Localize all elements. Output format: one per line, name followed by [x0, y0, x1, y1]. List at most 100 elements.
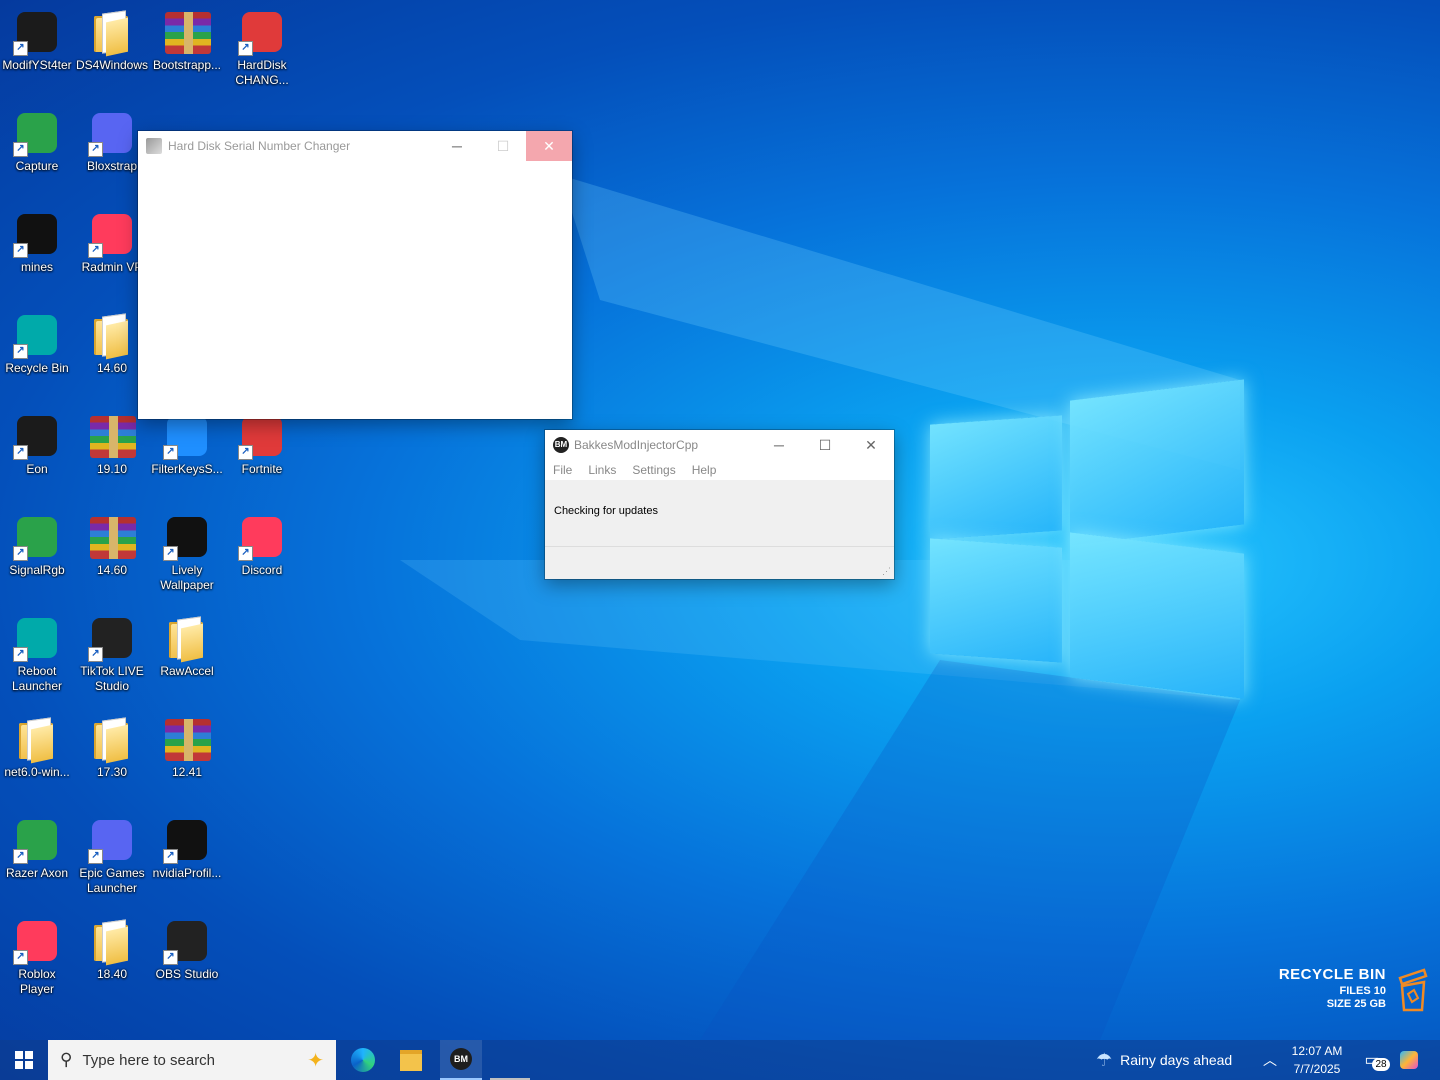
- desktop-icon[interactable]: ↗ ModifYSt4ter: [0, 8, 74, 73]
- desktop-icon[interactable]: ↗ Lively Wallpaper: [150, 513, 224, 593]
- shortcut-arrow-icon: ↗: [238, 546, 253, 561]
- menu-links[interactable]: Links: [588, 463, 616, 477]
- desktop-icon[interactable]: ↗ nvidiaProfil...: [150, 816, 224, 881]
- search-icon: ⚲: [60, 1050, 73, 1069]
- bakkes-window-title: BakkesModInjectorCpp: [574, 438, 699, 452]
- desktop-icon-label: 12.41: [171, 765, 203, 779]
- file-explorer-icon: [400, 1049, 422, 1071]
- app-icon: ↗: [163, 917, 211, 965]
- bakkes-minimize-button[interactable]: ─: [756, 430, 802, 460]
- clock[interactable]: 12:07 AM 7/7/2025: [1284, 1040, 1350, 1080]
- desktop-icon-label: net6.0-win...: [4, 765, 70, 779]
- taskbar-edge[interactable]: [344, 1040, 382, 1080]
- recycle-bin-orange-icon[interactable]: [1396, 968, 1428, 1012]
- hdd-close-button[interactable]: ✕: [526, 131, 572, 161]
- taskbar-bakkesmod[interactable]: BM: [440, 1040, 482, 1080]
- taskbar: ⚲ Type here to search ✦ BM ☂ Rainy days …: [0, 1040, 1440, 1080]
- hdd-window-title: Hard Disk Serial Number Changer: [168, 139, 351, 153]
- desktop-icon[interactable]: ↗ OBS Studio: [150, 917, 224, 982]
- tray-overflow-button[interactable]: ︿: [1256, 1040, 1284, 1080]
- recycle-widget-size: SIZE 25 GB: [1326, 998, 1386, 1010]
- desktop-icon-label: Lively Wallpaper: [160, 563, 214, 592]
- app-icon: ↗: [13, 109, 61, 157]
- bakkes-titlebar[interactable]: BM BakkesModInjectorCpp ─ ☐ ✕: [545, 430, 894, 460]
- desktop-icon-label: Roblox Player: [18, 967, 56, 996]
- app-icon: ↗: [13, 311, 61, 359]
- shortcut-arrow-icon: ↗: [13, 41, 28, 56]
- clock-time: 12:07 AM: [1291, 1044, 1343, 1058]
- desktop-icon-label: Eon: [26, 462, 48, 476]
- notification-icon: ▭ 28: [1364, 1050, 1390, 1071]
- desktop-icon-label: RawAccel: [160, 664, 214, 678]
- desktop-icon[interactable]: ↗ Capture: [0, 109, 74, 174]
- shortcut-arrow-icon: ↗: [13, 243, 28, 258]
- taskbar-search-box[interactable]: ⚲ Type here to search ✦: [48, 1040, 336, 1080]
- desktop-icon[interactable]: 19.10: [75, 412, 149, 477]
- desktop-icon[interactable]: ↗ Discord: [225, 513, 299, 578]
- desktop-icon[interactable]: ↗ HardDisk CHANG...: [225, 8, 299, 88]
- hdd-app-icon: [146, 138, 162, 154]
- app-icon: ↗: [13, 816, 61, 864]
- app-icon: ↗: [163, 816, 211, 864]
- bakkes-maximize-button[interactable]: ☐: [802, 430, 848, 460]
- windows-wallpaper-logo: [930, 379, 1244, 702]
- desktop-icon[interactable]: ↗ FilterKeysS...: [150, 412, 224, 477]
- hdd-maximize-button[interactable]: ☐: [480, 131, 526, 161]
- copilot-button[interactable]: [1394, 1040, 1424, 1080]
- desktop-icon[interactable]: 12.41: [150, 715, 224, 780]
- desktop-icon-label: ModifYSt4ter: [2, 58, 72, 72]
- desktop-icon-label: Capture: [15, 159, 59, 173]
- search-placeholder: Type here to search: [82, 1051, 216, 1069]
- desktop-icon-label: 14.60: [96, 563, 128, 577]
- action-center-button[interactable]: ▭ 28: [1354, 1040, 1390, 1080]
- desktop-icon[interactable]: 18.40: [75, 917, 149, 982]
- desktop-icon-label: HardDisk CHANG...: [235, 58, 289, 87]
- desktop-icon[interactable]: ↗ SignalRgb: [0, 513, 74, 578]
- hdd-window-titlebar[interactable]: Hard Disk Serial Number Changer ─ ☐ ✕: [138, 131, 572, 161]
- desktop-icon-label: Razer Axon: [5, 866, 69, 880]
- desktop-icon[interactable]: net6.0-win...: [0, 715, 74, 780]
- start-button[interactable]: [0, 1040, 48, 1080]
- desktop-icon[interactable]: RawAccel: [150, 614, 224, 679]
- desktop-icon[interactable]: Bootstrapp...: [150, 8, 224, 73]
- folder-icon: [13, 715, 61, 763]
- weather-text: Rainy days ahead: [1120, 1052, 1233, 1068]
- desktop-icon[interactable]: ↗ Fortnite: [225, 412, 299, 477]
- shortcut-arrow-icon: ↗: [13, 142, 28, 157]
- desktop-icon-label: Epic Games Launcher: [79, 866, 145, 895]
- desktop-icon[interactable]: ↗ Eon: [0, 412, 74, 477]
- desktop-icon[interactable]: DS4Windows: [75, 8, 149, 73]
- menu-file[interactable]: File: [553, 463, 572, 477]
- desktop-icon-label: FilterKeysS...: [151, 462, 223, 476]
- desktop-icon[interactable]: ↗ Roblox Player: [0, 917, 74, 997]
- shortcut-arrow-icon: ↗: [88, 647, 103, 662]
- desktop-icon[interactable]: ↗ TikTok LIVE Studio: [75, 614, 149, 694]
- folder-icon: [88, 715, 136, 763]
- desktop-icon-label: Reboot Launcher: [11, 664, 63, 693]
- desktop-icon[interactable]: ↗ Reboot Launcher: [0, 614, 74, 694]
- desktop-icon[interactable]: ↗ Recycle Bin: [0, 311, 74, 376]
- weather-widget[interactable]: ☂ Rainy days ahead: [1096, 1040, 1246, 1080]
- desktop-icon-label: 19.10: [96, 462, 128, 476]
- shortcut-arrow-icon: ↗: [163, 849, 178, 864]
- bakkesmod-window[interactable]: BM BakkesModInjectorCpp ─ ☐ ✕ File Links…: [545, 430, 894, 579]
- taskbar-file-explorer[interactable]: [392, 1040, 430, 1080]
- desktop-icon[interactable]: ↗ Razer Axon: [0, 816, 74, 881]
- app-icon: ↗: [238, 513, 286, 561]
- bakkes-close-button[interactable]: ✕: [848, 430, 894, 460]
- bakkes-status-text: Checking for updates: [554, 505, 658, 517]
- menu-settings[interactable]: Settings: [632, 463, 675, 477]
- archive-icon: [88, 513, 136, 561]
- desktop-icon[interactable]: ↗ Epic Games Launcher: [75, 816, 149, 896]
- windows-start-icon: [15, 1051, 33, 1069]
- desktop-icon-label: nvidiaProfil...: [152, 866, 222, 880]
- desktop-icon[interactable]: 17.30: [75, 715, 149, 780]
- hdd-minimize-button[interactable]: ─: [434, 131, 480, 161]
- menu-help[interactable]: Help: [692, 463, 717, 477]
- app-icon: ↗: [88, 614, 136, 662]
- shortcut-arrow-icon: ↗: [13, 950, 28, 965]
- desktop-icon[interactable]: ↗ mines: [0, 210, 74, 275]
- resize-grip-icon[interactable]: ⋰: [882, 566, 891, 577]
- desktop-icon[interactable]: 14.60: [75, 513, 149, 578]
- hdd-serial-changer-window[interactable]: Hard Disk Serial Number Changer ─ ☐ ✕: [138, 131, 572, 419]
